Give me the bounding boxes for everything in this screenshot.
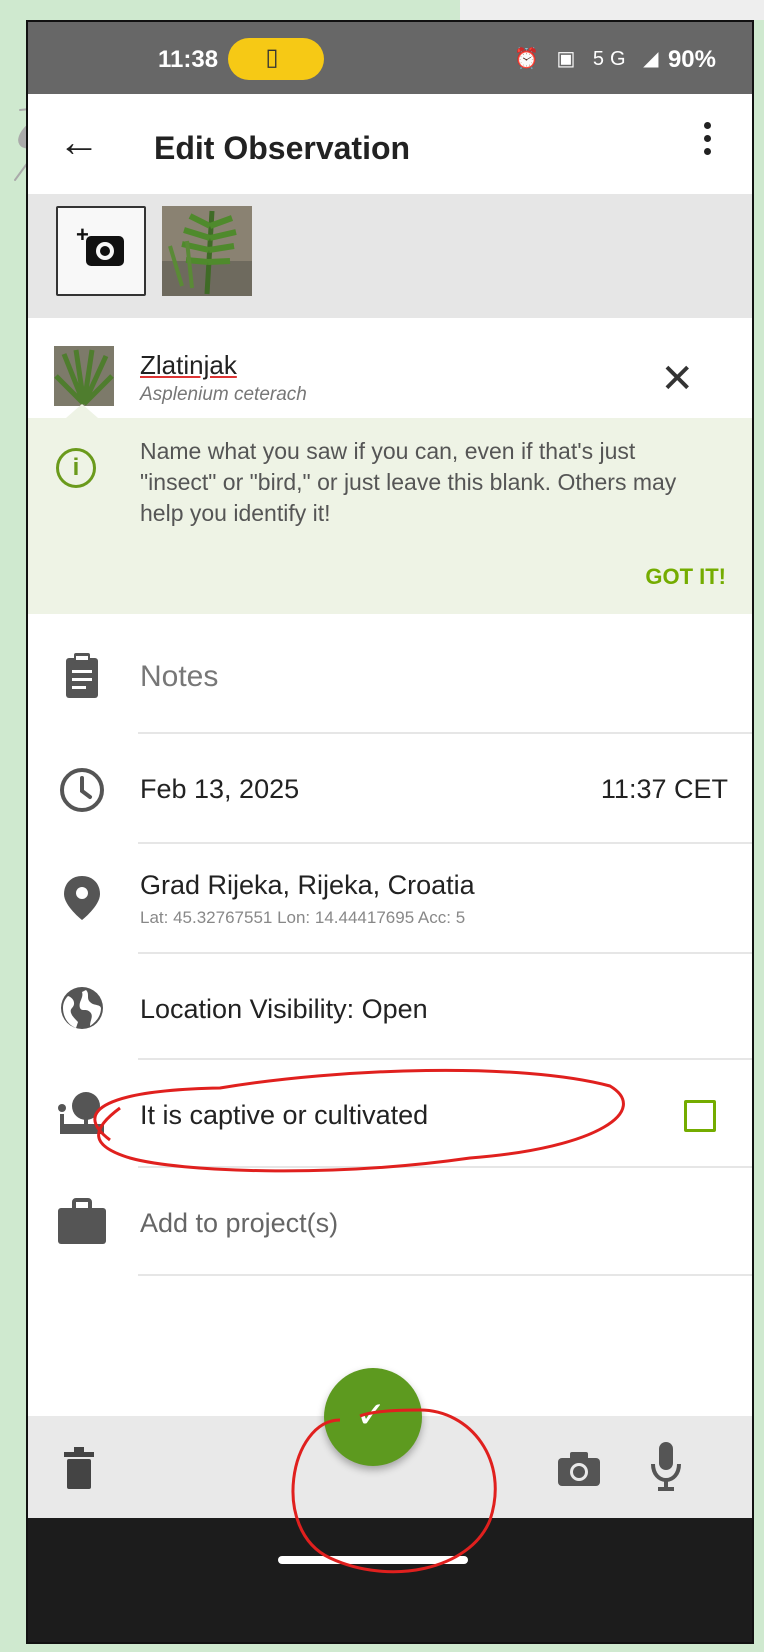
camera-icon	[86, 236, 124, 266]
location-row[interactable]: Grad Rijeka, Rijeka, Croatia Lat: 45.327…	[28, 844, 752, 954]
overflow-menu-icon[interactable]	[704, 122, 714, 161]
app-bar: ← Edit Observation	[28, 94, 752, 194]
location-visibility[interactable]: Location Visibility: Open	[140, 994, 428, 1025]
observation-date[interactable]: Feb 13, 2025	[140, 774, 299, 805]
location-coordinates: Lat: 45.32767551 Lon: 14.44417695 Acc: 5	[140, 908, 466, 927]
info-icon: i	[56, 448, 96, 488]
location-pin-icon	[64, 876, 100, 920]
page-title: Edit Observation	[154, 130, 411, 166]
trash-icon[interactable]	[64, 1446, 94, 1490]
species-row[interactable]: Zlatinjak Asplenium ceterach ✕	[28, 318, 752, 422]
battery-saver-icon: ▯	[265, 44, 279, 71]
species-thumbnail	[54, 346, 114, 406]
fern-photo	[162, 206, 252, 296]
clock-icon	[60, 768, 104, 812]
background-corner	[460, 0, 764, 20]
species-common-name[interactable]: Zlatinjak	[140, 350, 237, 381]
save-observation-button[interactable]: ✓	[324, 1368, 422, 1466]
status-bar: 11:38 ▯ ⏰ ▣ 5G ◢ 90%	[28, 22, 752, 94]
add-photo-button[interactable]: +	[56, 206, 146, 296]
close-icon[interactable]: ✕	[660, 356, 694, 402]
globe-icon	[61, 987, 103, 1029]
checkmark-icon: ✓	[356, 1394, 387, 1435]
camera-icon[interactable]	[558, 1452, 600, 1486]
battery-level: 90%	[667, 46, 716, 73]
photo-thumbnail[interactable]	[162, 206, 252, 296]
divider	[138, 1274, 752, 1276]
date-time-row[interactable]: Feb 13, 2025 11:37 CET	[28, 734, 752, 844]
microphone-icon[interactable]	[650, 1442, 682, 1492]
notes-row[interactable]: Notes	[28, 616, 752, 734]
briefcase-icon	[58, 1198, 106, 1244]
clipboard-icon	[66, 653, 98, 698]
got-it-button[interactable]: GOT IT!	[645, 564, 726, 590]
project-row[interactable]: Add to project(s)	[28, 1168, 752, 1276]
add-to-project[interactable]: Add to project(s)	[140, 1208, 338, 1239]
status-indicator-icons: ⏰ ▣ 5G ◢	[514, 48, 665, 70]
notes-input[interactable]: Notes	[140, 660, 218, 694]
home-handle[interactable]	[278, 1556, 468, 1564]
observation-time[interactable]: 11:37 CET	[601, 774, 728, 805]
status-time: 11:38	[158, 46, 219, 73]
location-name[interactable]: Grad Rijeka, Rijeka, Croatia	[140, 870, 475, 901]
identification-tip: i Name what you saw if you can, even if …	[28, 404, 752, 614]
tip-text: Name what you saw if you can, even if th…	[140, 438, 677, 526]
captive-label: It is captive or cultivated	[140, 1100, 429, 1130]
species-scientific-name: Asplenium ceterach	[140, 384, 307, 405]
status-pill: ▯	[228, 38, 324, 80]
system-navigation-bar	[28, 1518, 752, 1642]
phone-screen: 11:38 ▯ ⏰ ▣ 5G ◢ 90% ← Edit Observation …	[26, 20, 754, 1644]
photo-strip: +	[28, 194, 752, 318]
back-arrow-icon[interactable]: ←	[58, 118, 100, 166]
planter-tree-icon	[58, 1092, 104, 1134]
captive-checkbox[interactable]	[684, 1100, 716, 1132]
visibility-row[interactable]: Location Visibility: Open	[28, 954, 752, 1060]
captive-row[interactable]: It is captive or cultivated	[28, 1060, 752, 1168]
